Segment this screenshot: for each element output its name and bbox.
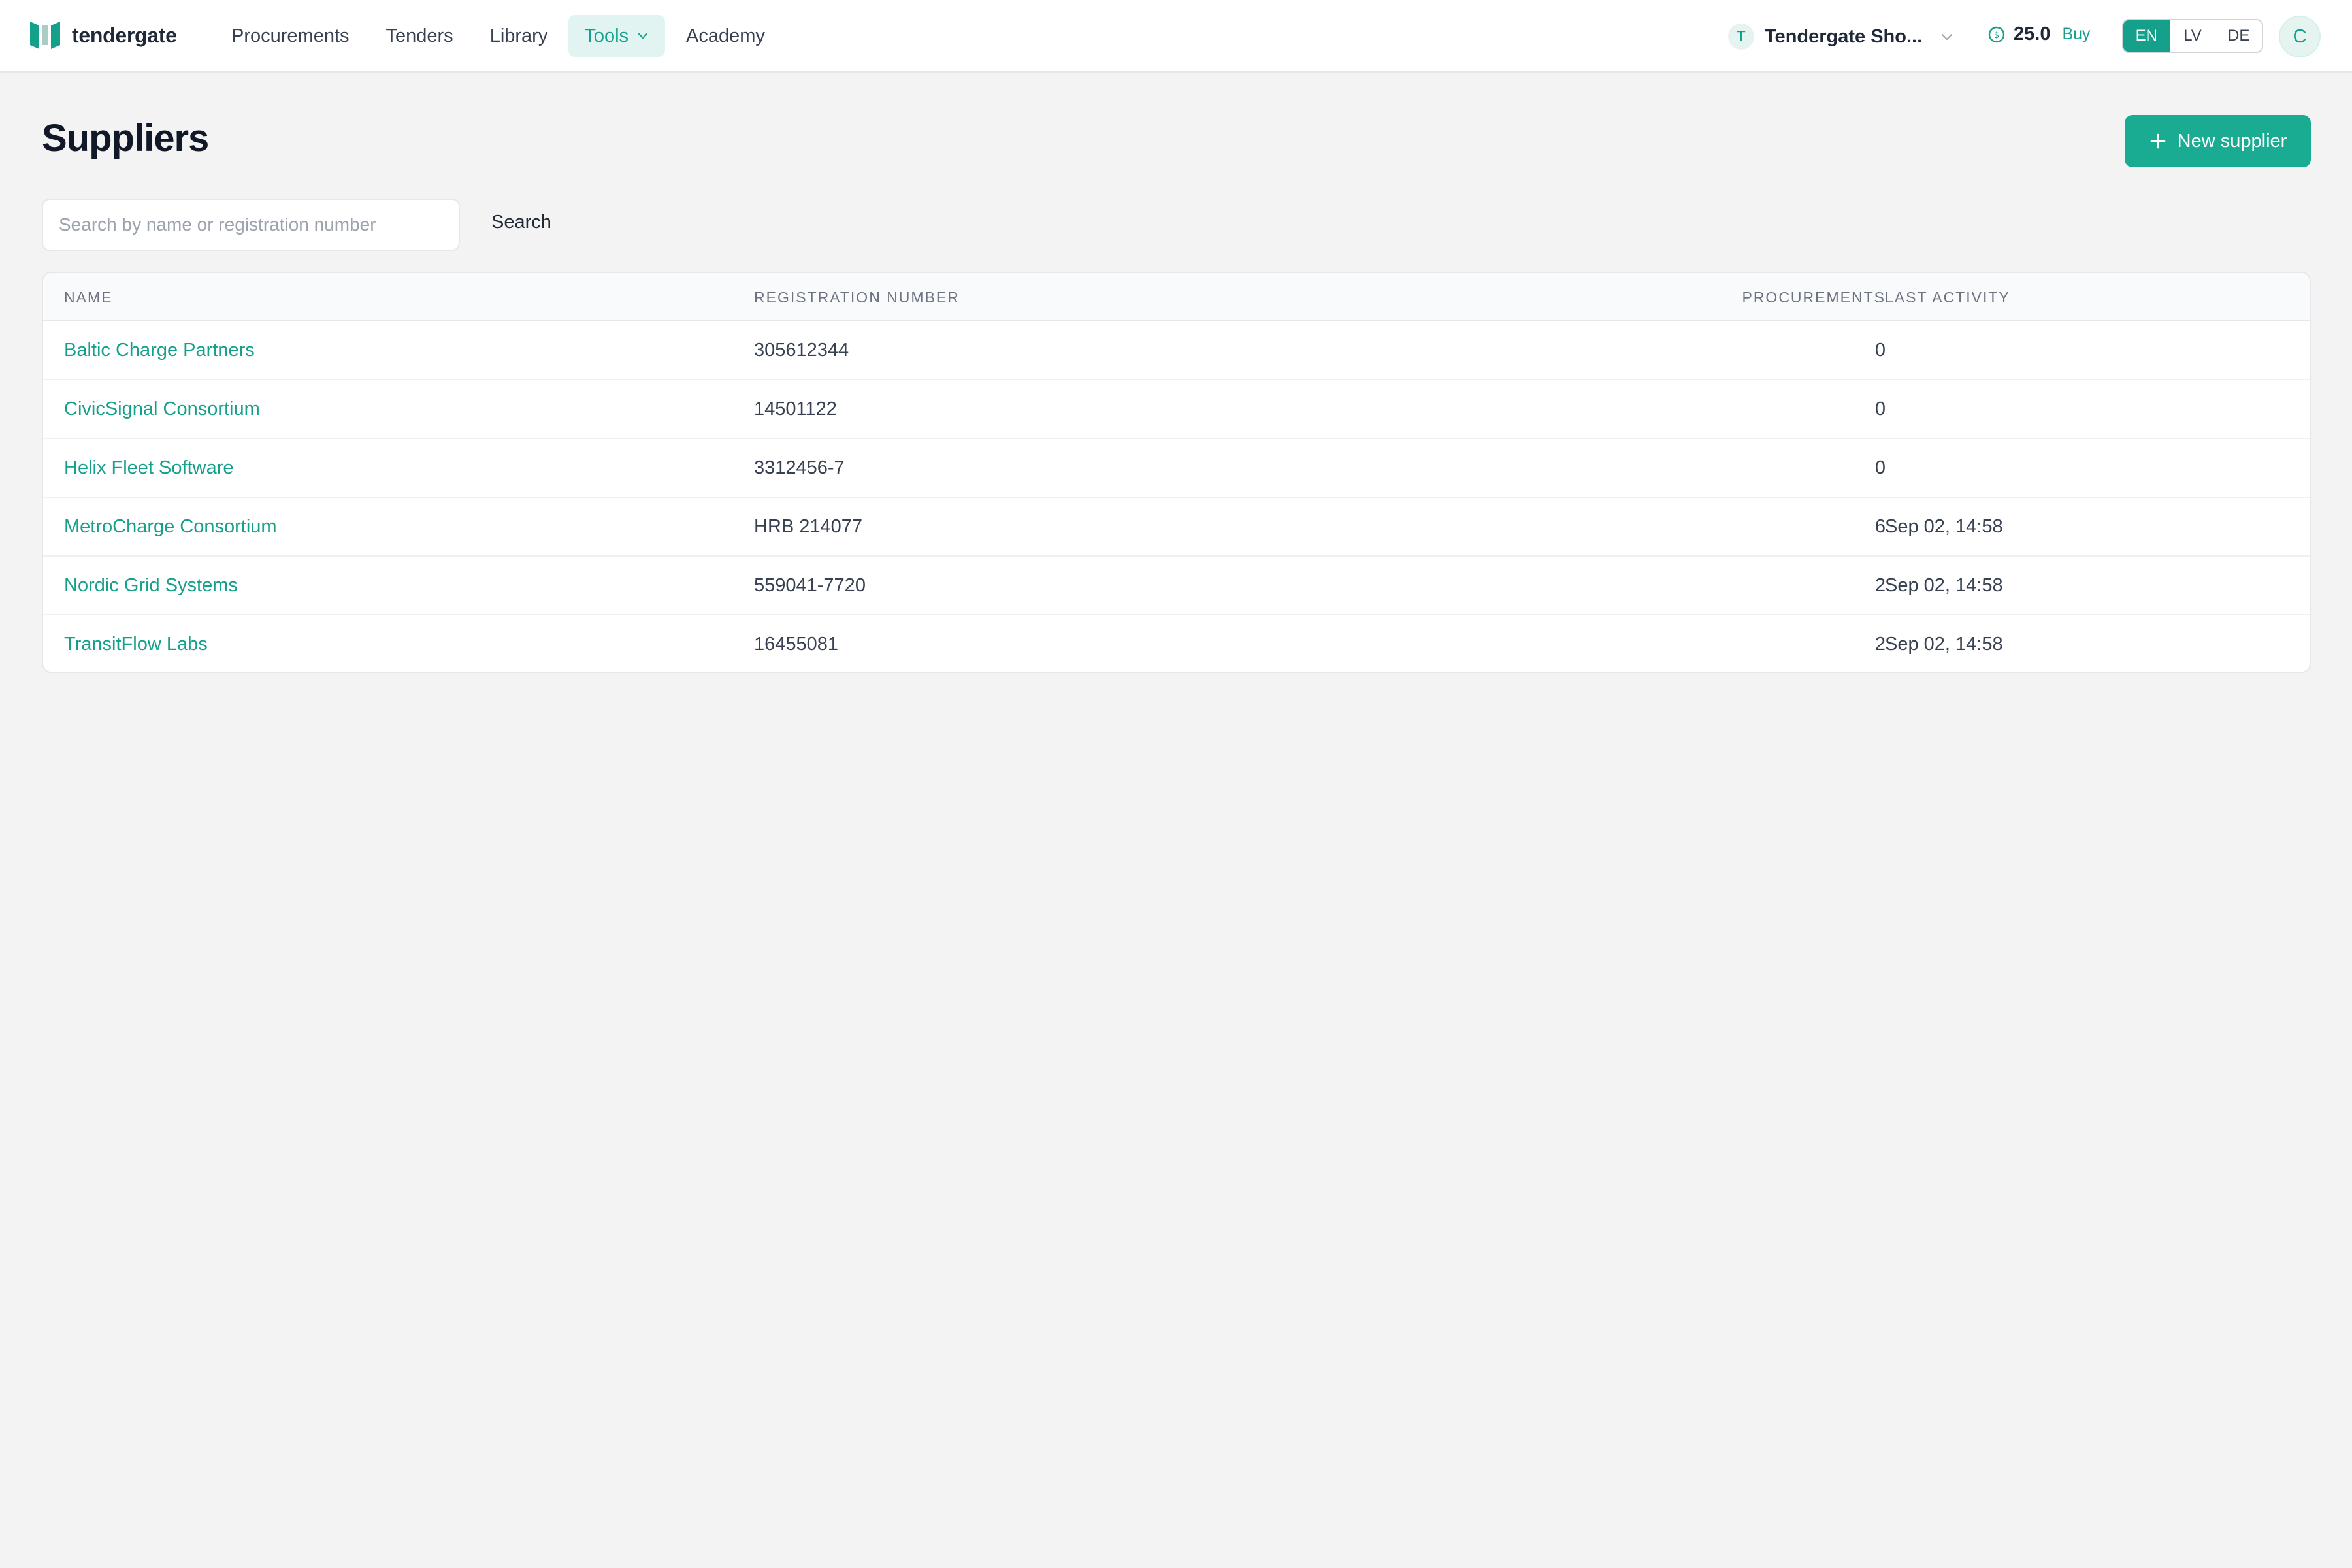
procurements-count: 2 xyxy=(1874,575,1886,596)
organization-avatar: T xyxy=(1728,24,1754,50)
credits-value: 25.0 xyxy=(2014,24,2051,44)
table-row[interactable]: Baltic Charge Partners 305612344 0 xyxy=(43,321,2310,380)
table-header: Name Registration number Procurements La… xyxy=(43,273,2310,321)
column-header-procurements[interactable]: Procurements xyxy=(1703,289,1886,306)
last-activity: Sep 02, 14:58 xyxy=(1885,634,2003,655)
nav-item-procurements[interactable]: Procurements xyxy=(216,15,365,57)
procurements-count: 2 xyxy=(1874,634,1886,655)
supplier-name-link[interactable]: Baltic Charge Partners xyxy=(64,340,255,361)
supplier-name-link[interactable]: MetroCharge Consortium xyxy=(64,516,277,538)
registration-number: 3312456-7 xyxy=(754,457,845,478)
suppliers-table: Name Registration number Procurements La… xyxy=(42,272,2311,673)
registration-number: 305612344 xyxy=(754,340,849,361)
supplier-name-link[interactable]: TransitFlow Labs xyxy=(64,634,208,655)
plus-icon xyxy=(2150,133,2165,149)
registration-number: 559041-7720 xyxy=(754,575,866,596)
supplier-name-link[interactable]: CivicSignal Consortium xyxy=(64,399,260,420)
language-lv-button[interactable]: LV xyxy=(2170,20,2216,52)
procurements-count: 0 xyxy=(1874,399,1886,419)
table-row[interactable]: Nordic Grid Systems 559041-7720 2 Sep 02… xyxy=(43,557,2310,615)
nav-item-tools-label: Tools xyxy=(584,25,629,46)
page-title: Suppliers xyxy=(42,117,209,159)
registration-number: HRB 214077 xyxy=(754,516,863,537)
buy-credits-link[interactable]: Buy xyxy=(2062,25,2090,44)
language-de-button[interactable]: DE xyxy=(2215,20,2262,52)
procurements-count: 6 xyxy=(1874,516,1886,537)
nav-item-tenders[interactable]: Tenders xyxy=(370,15,469,57)
column-header-last-activity[interactable]: Last activity xyxy=(1885,289,2010,306)
user-avatar[interactable]: C xyxy=(2279,16,2321,57)
table-row[interactable]: TransitFlow Labs 16455081 2 Sep 02, 14:5… xyxy=(43,615,2310,672)
organization-name: Tendergate Sho... xyxy=(1765,25,1923,47)
new-supplier-button-label: New supplier xyxy=(2177,130,2287,152)
column-header-name[interactable]: Name xyxy=(64,289,112,306)
credits-balance: $ 25.0 Buy xyxy=(1987,24,2091,45)
supplier-name-link[interactable]: Nordic Grid Systems xyxy=(64,575,238,596)
organization-switcher[interactable]: T Tendergate Sho... xyxy=(1728,22,1955,52)
supplier-name-link[interactable]: Helix Fleet Software xyxy=(64,457,234,479)
registration-number: 16455081 xyxy=(754,634,839,655)
table-row[interactable]: MetroCharge Consortium HRB 214077 6 Sep … xyxy=(43,498,2310,557)
search-input[interactable] xyxy=(42,199,460,251)
search-button[interactable]: Search xyxy=(491,212,551,233)
chevron-down-icon xyxy=(638,33,648,39)
table-row[interactable]: CivicSignal Consortium 14501122 0 xyxy=(43,380,2310,439)
procurements-count: 0 xyxy=(1874,340,1886,361)
nav-item-academy[interactable]: Academy xyxy=(670,15,781,57)
procurements-count: 0 xyxy=(1874,457,1886,478)
language-en-button[interactable]: EN xyxy=(2123,20,2170,52)
svg-text:$: $ xyxy=(1994,31,1999,41)
table-body: Baltic Charge Partners 305612344 0 Civic… xyxy=(43,321,2310,672)
new-supplier-button[interactable]: New supplier xyxy=(2125,115,2311,167)
brand-name: tendergate xyxy=(72,23,177,47)
tendergate-logo-icon xyxy=(30,22,60,49)
nav-item-tools[interactable]: Tools xyxy=(568,15,666,57)
chevron-down-icon xyxy=(1942,34,1953,40)
coin-icon: $ xyxy=(1988,26,2005,42)
top-navigation-bar: tendergate Procurements Tenders Library … xyxy=(0,0,2352,73)
language-switcher: EN LV DE xyxy=(2122,19,2263,53)
column-header-registration-number[interactable]: Registration number xyxy=(754,289,960,306)
main-navigation: Procurements Tenders Library Tools Acade… xyxy=(216,15,786,57)
registration-number: 14501122 xyxy=(754,399,837,419)
table-row[interactable]: Helix Fleet Software 3312456-7 0 xyxy=(43,439,2310,498)
logo[interactable]: tendergate xyxy=(30,22,177,49)
nav-item-library[interactable]: Library xyxy=(474,15,564,57)
last-activity: Sep 02, 14:58 xyxy=(1885,575,2003,596)
last-activity: Sep 02, 14:58 xyxy=(1885,516,2003,537)
